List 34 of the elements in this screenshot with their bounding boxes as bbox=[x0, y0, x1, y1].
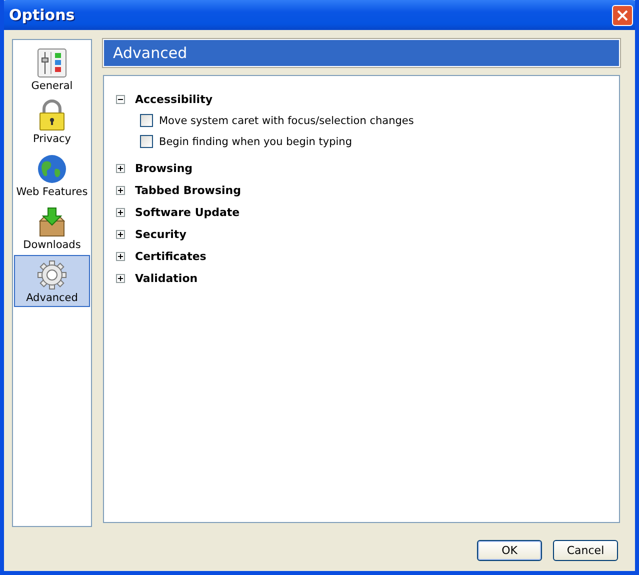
box-download-icon bbox=[37, 207, 67, 237]
close-button[interactable] bbox=[612, 4, 633, 26]
sidebar-item[interactable]: Web Features bbox=[14, 149, 90, 201]
cancel-button[interactable]: Cancel bbox=[553, 540, 618, 560]
expand-icon[interactable] bbox=[116, 230, 125, 238]
option-label: Begin finding when you begin typing bbox=[159, 136, 352, 148]
close-icon bbox=[617, 10, 628, 20]
category-label[interactable]: Accessibility bbox=[135, 92, 212, 106]
checkbox[interactable] bbox=[140, 135, 153, 148]
category-label[interactable]: Tabbed Browsing bbox=[135, 184, 241, 196]
sidebar-item[interactable]: Downloads bbox=[14, 202, 90, 254]
sidebar-item[interactable]: Privacy bbox=[14, 96, 90, 148]
globe-icon bbox=[37, 154, 67, 184]
gear-icon bbox=[37, 260, 67, 290]
checkbox[interactable] bbox=[140, 114, 153, 127]
sidebar-item[interactable]: General bbox=[14, 43, 90, 95]
window-title: Options bbox=[9, 6, 75, 24]
option-label: Move system caret with focus/selection changes bbox=[159, 114, 414, 126]
expand-icon[interactable] bbox=[116, 164, 125, 172]
ok-button[interactable]: OK bbox=[477, 540, 542, 560]
expand-icon[interactable] bbox=[116, 274, 125, 282]
expand-icon[interactable] bbox=[116, 208, 125, 216]
category-label[interactable]: Security bbox=[135, 228, 186, 240]
expand-icon[interactable] bbox=[116, 186, 125, 194]
category-label[interactable]: Software Update bbox=[135, 206, 240, 218]
category-label[interactable]: Browsing bbox=[135, 162, 193, 174]
collapse-icon[interactable] bbox=[116, 94, 125, 104]
sidebar-item[interactable]: Advanced bbox=[14, 255, 90, 307]
expand-icon[interactable] bbox=[116, 252, 125, 260]
padlock-icon bbox=[38, 99, 66, 131]
sliders-icon bbox=[37, 48, 67, 78]
section-header: Advanced bbox=[103, 39, 620, 67]
category-label[interactable]: Validation bbox=[135, 272, 198, 284]
category-label[interactable]: Certificates bbox=[135, 250, 206, 262]
